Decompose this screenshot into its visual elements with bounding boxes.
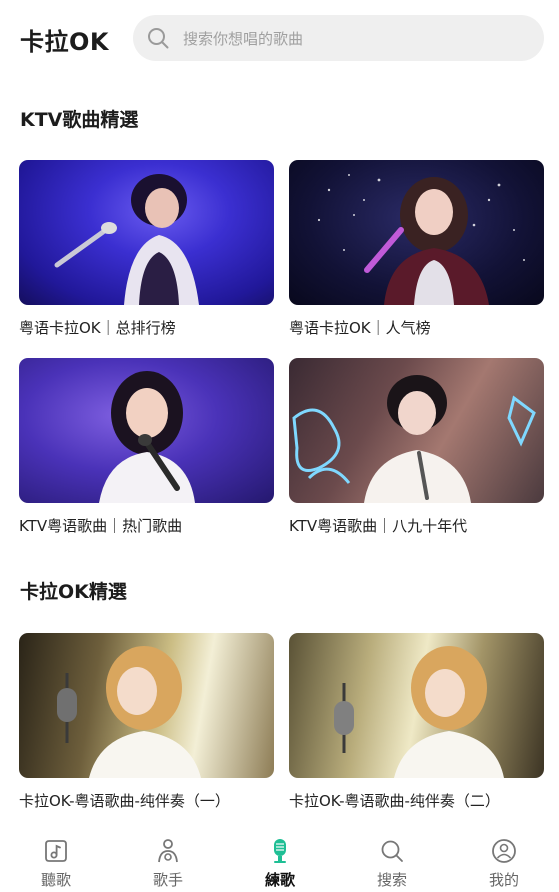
playlist-card[interactable]: KTV粤语歌曲｜热门歌曲 xyxy=(19,358,274,536)
playlist-cover xyxy=(289,358,544,503)
tab-practice[interactable]: 練歌 xyxy=(224,832,336,892)
singer-icon xyxy=(158,839,178,863)
playlist-card[interactable]: KTV粤语歌曲｜八九十年代 xyxy=(289,358,544,536)
playlist-cover xyxy=(19,358,274,503)
playlist-title: 粤语卡拉OK｜人气榜 xyxy=(289,319,431,337)
playlist-title: KTV粤语歌曲｜八九十年代 xyxy=(289,517,468,535)
section-title-karaoke: 卡拉OK精選 xyxy=(20,581,127,603)
section-title-ktv: KTV歌曲精選 xyxy=(20,109,139,131)
playlist-card[interactable]: 粤语卡拉OK｜人气榜 xyxy=(289,160,544,338)
search-icon xyxy=(381,840,403,862)
tab-listen[interactable]: 聽歌 xyxy=(0,832,112,892)
tab-label: 練歌 xyxy=(264,871,295,889)
tab-search[interactable]: 搜索 xyxy=(336,832,448,892)
playlist-card[interactable]: 粤语卡拉OK｜总排行榜 xyxy=(19,160,274,338)
tab-label: 我的 xyxy=(488,871,519,889)
header: 卡拉OK 搜索你想唱的歌曲 xyxy=(0,0,559,80)
profile-icon xyxy=(492,839,516,863)
page-title: 卡拉OK xyxy=(20,28,109,56)
music-note-icon xyxy=(45,840,67,862)
playlist-cover xyxy=(289,160,544,305)
playlist-title: 卡拉OK-粤语歌曲-纯伴奏（一） xyxy=(19,792,230,810)
playlist-card[interactable]: 卡拉OK-粤语歌曲-纯伴奏（二） xyxy=(289,633,544,811)
playlist-title: KTV粤语歌曲｜热门歌曲 xyxy=(19,517,183,535)
search-icon xyxy=(148,28,169,49)
search-input[interactable]: 搜索你想唱的歌曲 xyxy=(133,15,544,61)
microphone-icon xyxy=(274,839,286,863)
playlist-card[interactable]: 卡拉OK-粤语歌曲-纯伴奏（一） xyxy=(19,633,274,811)
playlist-cover xyxy=(19,633,274,778)
tab-profile[interactable]: 我的 xyxy=(448,832,559,892)
search-placeholder: 搜索你想唱的歌曲 xyxy=(183,30,304,48)
tab-label: 搜索 xyxy=(376,871,407,889)
tab-label: 歌手 xyxy=(152,871,183,889)
bottom-tab-bar: 聽歌 歌手 練歌 搜索 我的 xyxy=(0,832,559,892)
playlist-cover xyxy=(19,160,274,305)
playlist-title: 粤语卡拉OK｜总排行榜 xyxy=(19,319,176,337)
tab-singers[interactable]: 歌手 xyxy=(112,832,224,892)
playlist-title: 卡拉OK-粤语歌曲-纯伴奏（二） xyxy=(289,792,500,810)
playlist-cover xyxy=(289,633,544,778)
tab-label: 聽歌 xyxy=(40,871,71,889)
